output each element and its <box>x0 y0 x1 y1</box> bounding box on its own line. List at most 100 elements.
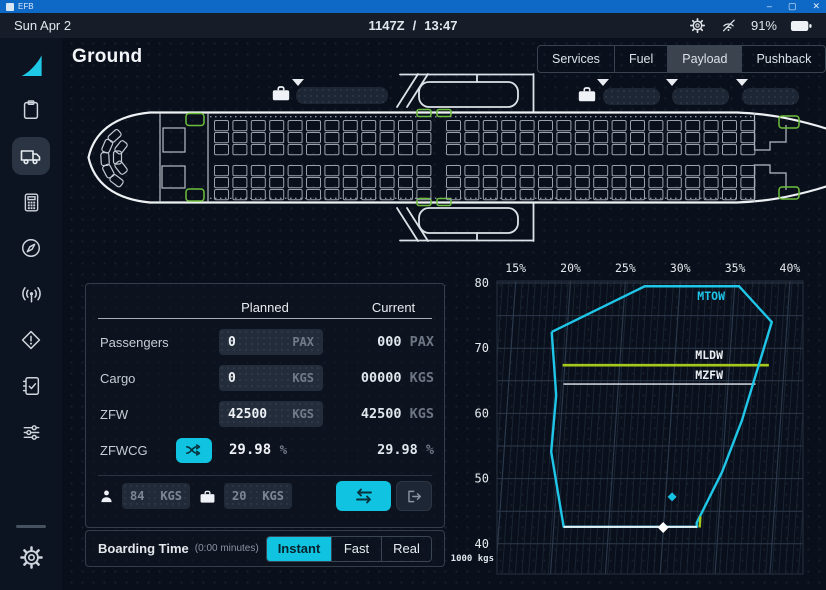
sidebar-item-checklist[interactable] <box>12 367 50 405</box>
aft-cargo-briefcase-icon <box>576 84 598 104</box>
passengers-planned-unit: PAX <box>292 335 314 349</box>
weights-divider <box>98 475 432 476</box>
load-aircraft-button[interactable] <box>336 481 391 511</box>
zfw-current: 42500 KGS <box>323 406 444 422</box>
seat-rect <box>399 121 413 131</box>
seat-rect <box>686 178 700 188</box>
seat-rect <box>594 166 608 176</box>
seat-rect <box>307 133 321 143</box>
boarding-option-fast[interactable]: Fast <box>331 537 381 561</box>
sidebar-item-calculator[interactable] <box>12 183 50 221</box>
boarding-option-real[interactable]: Real <box>381 537 431 561</box>
seat-rect <box>465 178 479 188</box>
minimize-button[interactable]: – <box>767 2 772 11</box>
mzfw-label: MZFW <box>695 368 723 382</box>
boarding-option-instant[interactable]: Instant <box>267 537 331 561</box>
current-gw-marker <box>668 492 677 501</box>
utc-time: 1147Z <box>368 18 404 33</box>
seat-rect <box>612 178 626 188</box>
chart-grid <box>476 281 825 574</box>
efb-window: EFB – ▢ ✕ Sun Apr 2 1147Z / 13:47 <box>0 0 826 590</box>
seat-rect <box>557 145 571 155</box>
seat-rect <box>539 145 553 155</box>
fwd-cargo-field[interactable] <box>296 87 388 104</box>
header-divider <box>98 318 432 319</box>
sidebar-item-flight-clipboard[interactable] <box>12 91 50 129</box>
seat-rect <box>539 121 553 131</box>
zfw-planned-unit: KGS <box>292 407 314 421</box>
zfwcg-label: ZFWCG <box>86 443 162 458</box>
transfer-arrows-icon <box>353 488 375 504</box>
seat-rect <box>631 178 645 188</box>
seat-rect <box>251 178 265 188</box>
y-axis-unit-label: x 1000 kgs <box>450 554 494 564</box>
cockpit-panel <box>101 129 128 188</box>
seat-rect <box>270 166 284 176</box>
truck-icon <box>19 144 43 168</box>
sidebar-item-radio[interactable] <box>12 275 50 313</box>
seat-rect <box>667 121 681 131</box>
sidebar-item-ground-services[interactable] <box>12 137 50 175</box>
bag-weight-input[interactable]: 20 KGS <box>224 483 292 509</box>
seat-rect <box>325 121 339 131</box>
zfwcg-current: 29.98 % <box>287 442 444 458</box>
seat-rect <box>631 190 645 200</box>
aft-cargo-1-field[interactable] <box>603 88 660 105</box>
seat-rect <box>631 166 645 176</box>
aft-cargo-2-field[interactable] <box>672 88 729 105</box>
aft-cargo-2-pointer-icon <box>666 79 678 86</box>
pax-weight-input[interactable]: 84 KGS <box>122 483 190 509</box>
seat-rect <box>741 178 755 188</box>
sidebar-item-failures[interactable] <box>12 321 50 359</box>
status-date: Sun Apr 2 <box>14 18 234 33</box>
seat-map <box>215 121 755 200</box>
seat-rect <box>251 145 265 155</box>
y-axis-tick: 70 <box>475 341 489 355</box>
randomize-cg-button[interactable] <box>176 438 212 463</box>
passengers-planned-input[interactable]: 0 PAX <box>219 329 323 355</box>
seat-rect <box>741 133 755 143</box>
boarding-speed-control: Instant Fast Real <box>266 536 432 562</box>
seat-rect <box>343 121 357 131</box>
export-loadsheet-button[interactable] <box>396 481 432 511</box>
seat-rect <box>667 145 681 155</box>
x-axis-tick: 30% <box>670 261 691 275</box>
close-button[interactable]: ✕ <box>812 2 820 11</box>
seat-rect <box>741 145 755 155</box>
zfw-planned-value: 42500 <box>228 407 267 422</box>
seat-rect <box>417 121 431 131</box>
sidebar-item-options[interactable] <box>12 413 50 451</box>
seat-rect <box>233 121 247 131</box>
wifi-off-icon <box>719 17 738 34</box>
seat-rect <box>575 121 589 131</box>
seat-rect <box>686 145 700 155</box>
seat-rect <box>465 145 479 155</box>
seat-rect <box>380 178 394 188</box>
cargo-planned-input[interactable]: 0 KGS <box>219 365 323 391</box>
seat-rect <box>447 133 461 143</box>
sidebar-item-performance[interactable] <box>12 229 50 267</box>
seat-rect <box>612 145 626 155</box>
settings-icon[interactable] <box>689 17 706 34</box>
seat-rect <box>575 166 589 176</box>
seat-rect <box>520 145 534 155</box>
seat-rect <box>723 190 737 200</box>
baggage-icon <box>198 488 217 505</box>
maximize-button[interactable]: ▢ <box>788 2 797 11</box>
seat-rect <box>465 133 479 143</box>
seat-rect <box>483 133 497 143</box>
sidebar-item-settings[interactable] <box>12 538 50 576</box>
app-body: Ground Services Fuel Payload Pushback <box>0 38 826 590</box>
seat-rect <box>520 178 534 188</box>
sliders-icon <box>20 421 43 444</box>
fwd-cargo-briefcase-icon <box>270 83 292 103</box>
seat-rect <box>704 121 718 131</box>
cargo-label: Cargo <box>86 371 205 386</box>
seat-rect <box>575 190 589 200</box>
seat-rect <box>594 133 608 143</box>
aft-cargo-3-field[interactable] <box>742 88 799 105</box>
zfw-planned-input[interactable]: 42500 KGS <box>219 401 323 427</box>
passengers-current: 000 PAX <box>323 334 444 350</box>
seat-rect <box>325 133 339 143</box>
cg-envelope-chart: 15%20%25%30%35%40%4050607080x 1000 kgsMT… <box>450 250 826 590</box>
